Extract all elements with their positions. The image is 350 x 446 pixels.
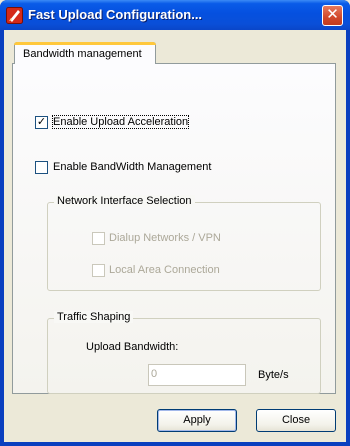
- close-icon: ✕: [326, 6, 339, 23]
- upload-acceleration-checkbox[interactable]: ✓: [35, 116, 48, 129]
- dialog-window: Fast Upload Configuration... ✕ Bandwidth…: [0, 0, 350, 446]
- upload-bandwidth-value: 0: [151, 368, 158, 380]
- upload-bandwidth-input[interactable]: 0: [148, 364, 246, 386]
- network-interface-group: Network Interface Selection Dialup Netwo…: [47, 195, 321, 291]
- dialup-vpn-checkbox[interactable]: [92, 232, 105, 245]
- network-interface-group-title: Network Interface Selection: [54, 195, 195, 207]
- title-bar[interactable]: Fast Upload Configuration... ✕: [0, 0, 350, 30]
- app-icon: [6, 7, 23, 24]
- upload-acceleration-label[interactable]: Enable Upload Acceleration: [51, 115, 190, 129]
- window-title: Fast Upload Configuration...: [28, 7, 203, 22]
- tab-bandwidth-management[interactable]: Bandwidth management: [14, 42, 156, 64]
- upload-bandwidth-label: Upload Bandwidth:: [86, 341, 179, 353]
- traffic-shaping-group: Traffic Shaping Upload Bandwidth: 0 Byte…: [47, 311, 321, 394]
- apply-button[interactable]: Apply: [157, 409, 237, 432]
- tab-panel: ✓ Enable Upload Acceleration Enable Band…: [12, 63, 336, 394]
- local-area-connection-checkbox[interactable]: [92, 264, 105, 277]
- close-button[interactable]: Close: [256, 409, 336, 432]
- bandwidth-management-label[interactable]: Enable BandWidth Management: [53, 161, 211, 173]
- traffic-shaping-group-title: Traffic Shaping: [54, 311, 134, 323]
- dialup-vpn-label[interactable]: Dialup Networks / VPN: [109, 232, 221, 244]
- checkmark-icon: ✓: [36, 116, 47, 128]
- tab-label: Bandwidth management: [23, 48, 142, 60]
- bandwidth-management-checkbox[interactable]: [35, 161, 48, 174]
- bandwidth-unit-label: Byte/s: [258, 369, 289, 381]
- close-window-button[interactable]: ✕: [322, 5, 343, 26]
- local-area-connection-label[interactable]: Local Area Connection: [109, 264, 220, 276]
- dialog-client-area: Bandwidth management ✓ Enable Upload Acc…: [4, 30, 346, 442]
